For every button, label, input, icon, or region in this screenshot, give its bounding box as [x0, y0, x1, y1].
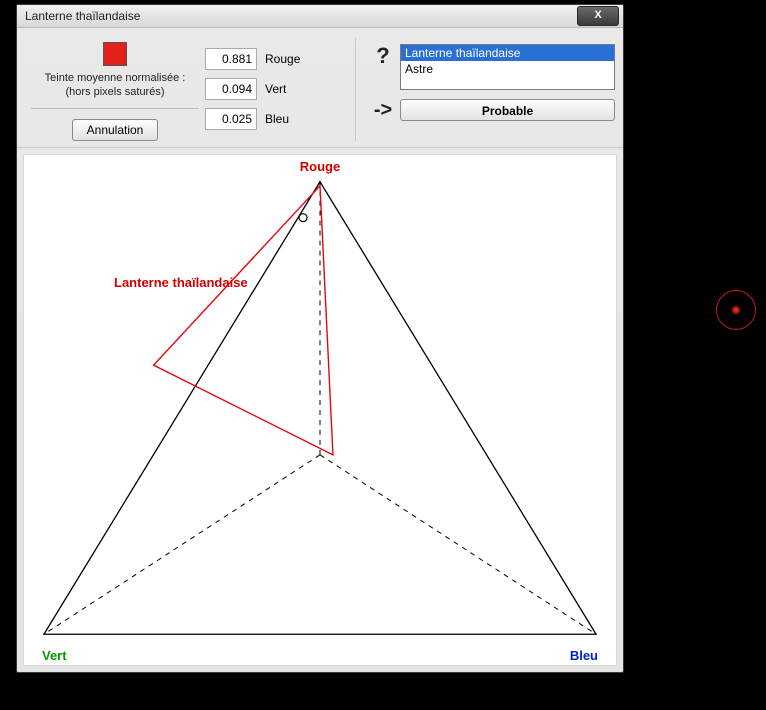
ternary-plot: Rouge Vert Bleu Lanterne thaïlandaise — [23, 154, 617, 666]
probable-button[interactable]: Probable — [400, 99, 615, 121]
swatch-column: Teinte moyenne normalisée : (hors pixels… — [25, 38, 205, 141]
dialog-window: Lanterne thaïlandaise X Teinte moyenne n… — [16, 4, 624, 673]
vert-value[interactable]: 0.094 — [205, 78, 257, 100]
list-item[interactable]: Astre — [401, 61, 614, 77]
sample-point — [299, 213, 307, 221]
candidates-row: ? Lanterne thaïlandaise Astre — [366, 44, 615, 90]
rgb-row-rouge: 0.881 Rouge — [205, 48, 345, 70]
top-panel: Teinte moyenne normalisée : (hors pixels… — [17, 28, 623, 148]
sample-image-marker — [716, 290, 756, 330]
color-swatch — [103, 42, 127, 66]
divider — [31, 108, 199, 109]
cancel-button[interactable]: Annulation — [72, 119, 159, 141]
bleu-label: Bleu — [265, 112, 289, 126]
triangle-outline — [44, 181, 596, 633]
titlebar[interactable]: Lanterne thaïlandaise X — [17, 5, 623, 28]
rgb-row-bleu: 0.025 Bleu — [205, 108, 345, 130]
ternary-svg — [24, 155, 616, 665]
rgb-column: 0.881 Rouge 0.094 Vert 0.025 Bleu — [205, 38, 345, 141]
classification-column: ? Lanterne thaïlandaise Astre -> Probabl… — [366, 38, 615, 141]
probable-row: -> Probable — [366, 98, 615, 122]
close-button[interactable]: X — [577, 6, 619, 26]
arrow-icon: -> — [366, 98, 400, 122]
candidates-listbox[interactable]: Lanterne thaïlandaise Astre — [400, 44, 615, 90]
dashed-guides — [44, 181, 596, 633]
orb-ring — [716, 290, 756, 330]
rouge-label: Rouge — [265, 52, 300, 66]
list-item[interactable]: Lanterne thaïlandaise — [401, 45, 614, 61]
question-icon: ? — [366, 44, 400, 68]
vert-label: Vert — [265, 82, 286, 96]
vertical-separator — [355, 38, 356, 141]
rouge-value[interactable]: 0.881 — [205, 48, 257, 70]
bleu-value[interactable]: 0.025 — [205, 108, 257, 130]
hint-line-1: Teinte moyenne normalisée : — [25, 72, 205, 86]
window-title: Lanterne thaïlandaise — [25, 9, 577, 23]
hint-line-2: (hors pixels saturés) — [25, 86, 205, 100]
region-polygon — [154, 185, 333, 454]
rgb-row-vert: 0.094 Vert — [205, 78, 345, 100]
orb-dot — [732, 306, 740, 314]
